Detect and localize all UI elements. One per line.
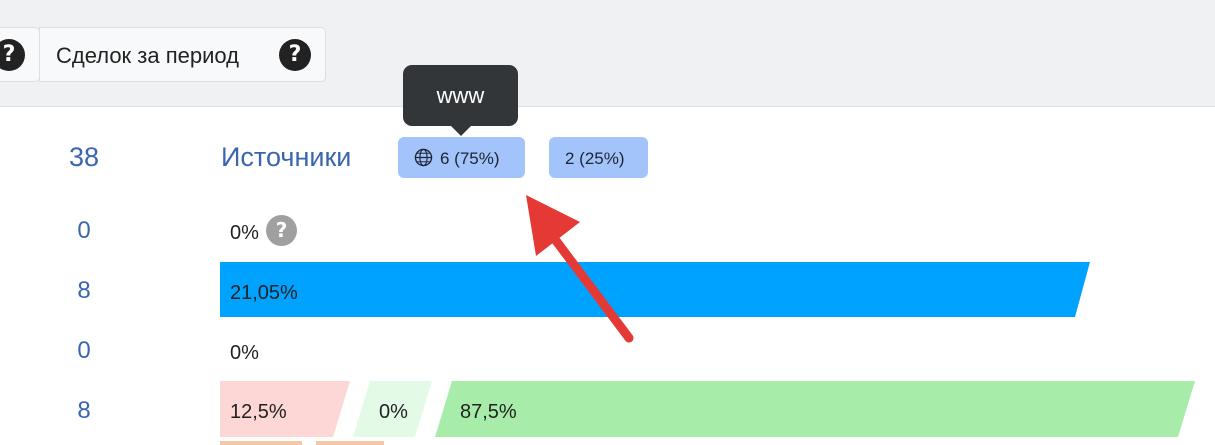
row3-percent: 0% bbox=[230, 342, 259, 364]
header-bar: ? Сделок за период ? bbox=[0, 0, 1215, 107]
segment-lost-label: 12,5% bbox=[230, 401, 287, 423]
help-icon[interactable]: ? bbox=[266, 215, 297, 246]
sources-title: Источники bbox=[221, 142, 352, 172]
tooltip: www bbox=[403, 65, 518, 126]
segment-in-progress-label: 0% bbox=[379, 401, 408, 423]
count-row-4[interactable]: 8 bbox=[54, 397, 114, 425]
count-total[interactable]: 38 bbox=[54, 142, 114, 173]
tab-deals-label: Сделок за период bbox=[56, 43, 239, 68]
globe-icon bbox=[414, 148, 433, 167]
next-row-segment bbox=[316, 441, 384, 445]
count-row-3[interactable]: 0 bbox=[54, 337, 114, 365]
tab-help-left[interactable]: ? bbox=[0, 27, 40, 82]
segment-won[interactable] bbox=[435, 381, 1195, 437]
segment-won-label: 87,5% bbox=[460, 401, 517, 423]
source-badge-www[interactable]: 6 (75%) bbox=[398, 137, 525, 178]
count-row-1[interactable]: 0 bbox=[54, 217, 114, 245]
count-row-2[interactable]: 8 bbox=[54, 277, 114, 305]
conversion-bar-fill bbox=[220, 262, 1090, 317]
help-icon[interactable]: ? bbox=[279, 39, 311, 71]
annotation-arrow-head bbox=[526, 195, 580, 256]
source-badge-other[interactable]: 2 (25%) bbox=[549, 137, 648, 178]
source-badge-www-label: 6 (75%) bbox=[440, 149, 500, 168]
segmented-bar bbox=[220, 381, 1195, 437]
next-row-segment bbox=[220, 441, 302, 445]
help-icon[interactable]: ? bbox=[0, 39, 25, 71]
source-badge-other-label: 2 (25%) bbox=[565, 149, 625, 168]
tab-deals-for-period[interactable]: Сделок за период ? bbox=[39, 27, 326, 82]
conversion-bar-label: 21,05% bbox=[230, 282, 298, 304]
tooltip-arrow bbox=[450, 125, 472, 136]
conversion-bar bbox=[220, 262, 1090, 317]
row1-percent: 0% bbox=[230, 222, 259, 244]
